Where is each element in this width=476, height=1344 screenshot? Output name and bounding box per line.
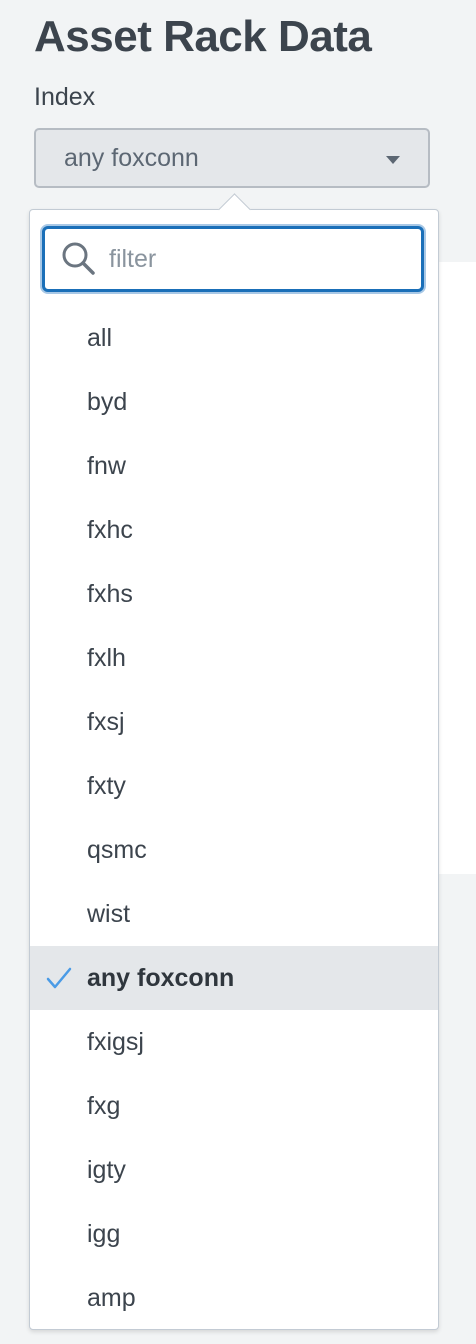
option-label: byd (87, 387, 128, 416)
option-label: all (87, 323, 113, 352)
option-item[interactable]: igty (30, 1138, 438, 1202)
option-item[interactable]: qsmc (30, 818, 438, 882)
check-icon (46, 967, 72, 989)
option-item[interactable]: all (30, 306, 438, 370)
option-item[interactable]: fxhc (30, 498, 438, 562)
option-item[interactable]: fxty (30, 754, 438, 818)
option-label: fxty (87, 771, 126, 800)
option-label: fxigsj (87, 1027, 144, 1056)
filter-input[interactable] (109, 244, 399, 274)
page-title: Asset Rack Data (34, 12, 372, 61)
option-list: all byd fnw fxhc fxhs fxlh fxsj fxty qsmc wist any… (30, 306, 438, 1330)
option-item[interactable]: any foxconn (30, 946, 438, 1010)
option-item[interactable]: fxhs (30, 562, 438, 626)
option-item[interactable]: igg (30, 1202, 438, 1266)
option-label: qsmc (87, 835, 147, 864)
caret-down-icon (386, 156, 400, 164)
index-label: Index (34, 83, 96, 111)
filter-field[interactable] (42, 226, 424, 292)
option-item[interactable]: fnw (30, 434, 438, 498)
option-label: fxhs (87, 579, 133, 608)
background-panel (436, 262, 476, 874)
index-select-button[interactable]: any foxconn (34, 128, 430, 188)
option-label: igty (87, 1155, 126, 1184)
option-label: any foxconn (87, 963, 235, 992)
option-item[interactable]: wist (30, 882, 438, 946)
option-item[interactable]: fxlh (30, 626, 438, 690)
index-selected-value: any foxconn (64, 143, 199, 172)
option-label: amp (87, 1283, 136, 1312)
option-item[interactable]: fxsj (30, 690, 438, 754)
index-dropdown-menu: all byd fnw fxhc fxhs fxlh fxsj fxty qsmc wist any… (29, 193, 439, 1330)
option-label: fxhc (87, 515, 133, 544)
option-label: wist (87, 899, 131, 928)
option-item[interactable]: amp (30, 1266, 438, 1330)
option-item[interactable]: fxg (30, 1074, 438, 1138)
dropdown-pointer (218, 193, 251, 226)
option-label: igg (87, 1219, 121, 1248)
option-label: fxg (87, 1091, 121, 1120)
option-label: fxlh (87, 643, 126, 672)
option-label: fxsj (87, 707, 125, 736)
option-label: fnw (87, 451, 126, 480)
option-item[interactable]: fxigsj (30, 1010, 438, 1074)
option-item[interactable]: byd (30, 370, 438, 434)
search-icon (62, 242, 95, 275)
